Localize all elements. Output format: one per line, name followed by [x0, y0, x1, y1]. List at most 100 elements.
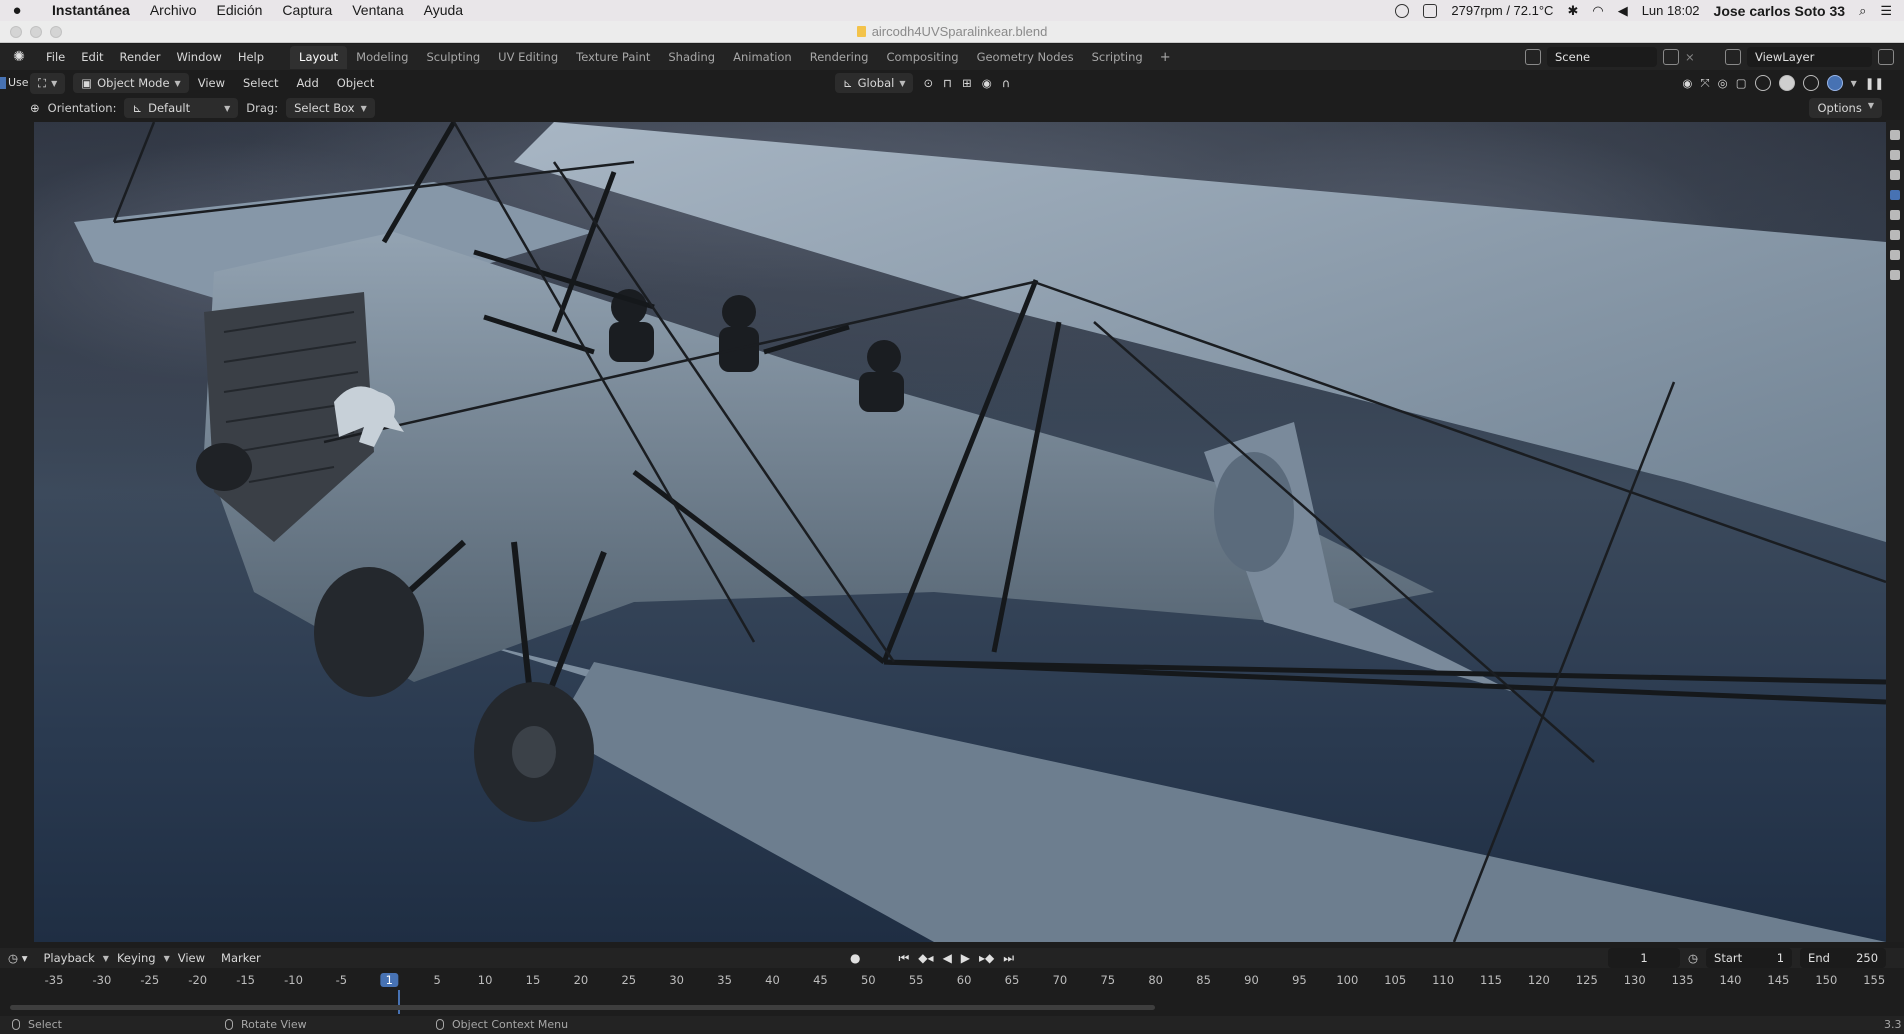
menu-render[interactable]: Render — [112, 50, 169, 64]
pause-render-icon[interactable]: ❚❚ — [1865, 76, 1884, 90]
menu-select[interactable]: Select — [234, 76, 287, 90]
modifier-properties-icon[interactable] — [1890, 270, 1900, 280]
tab-uv-editing[interactable]: UV Editing — [489, 46, 567, 69]
menu-add[interactable]: Add — [287, 76, 327, 90]
timeline-ruler[interactable]: -35 -30 -25 -20 -15 -10 -5 1 5 10 15 20 25 30 35 40 45 50… — [0, 970, 1904, 992]
rendered-shading-button[interactable] — [1826, 75, 1843, 91]
zoom-window-button[interactable] — [50, 26, 62, 38]
tab-modeling[interactable]: Modeling — [347, 46, 417, 69]
menu-playback[interactable]: Playback — [35, 951, 102, 965]
minimize-window-button[interactable] — [30, 26, 42, 38]
options-dropdown[interactable]: Options ▼ — [1809, 98, 1882, 118]
transform-orientation-dropdown[interactable]: ⊾ Global ▼ — [835, 73, 914, 93]
menu-window[interactable]: Window — [168, 50, 229, 64]
tab-scripting[interactable]: Scripting — [1083, 46, 1152, 69]
transform-tool-icon[interactable]: ⊕ — [30, 101, 40, 115]
tab-shading[interactable]: Shading — [659, 46, 724, 69]
blender-logo-icon[interactable]: ✺ — [8, 46, 30, 68]
orientation-dropdown[interactable]: ⊾ Default ▼ — [124, 98, 239, 118]
preview-range-icon[interactable]: ◷ — [1688, 951, 1698, 965]
new-scene-icon[interactable] — [1663, 49, 1679, 65]
overlays-icon[interactable]: ◎ — [1718, 76, 1728, 90]
xray-icon[interactable]: ▢ — [1736, 76, 1747, 90]
scene-properties-icon[interactable] — [1890, 190, 1900, 200]
menu-edit[interactable]: Edit — [73, 50, 111, 64]
drag-dropdown[interactable]: Select Box ▼ — [286, 98, 375, 118]
pivot-point-icon[interactable]: ⊙ — [923, 76, 933, 90]
output-properties-icon[interactable] — [1890, 150, 1900, 160]
remove-scene-icon[interactable]: × — [1685, 50, 1695, 64]
render-properties-icon[interactable] — [1890, 130, 1900, 140]
clock[interactable]: Lun 18:02 — [1642, 3, 1700, 18]
menu-help[interactable]: Help — [230, 50, 272, 64]
viewlayer-name-field[interactable]: ViewLayer — [1747, 47, 1872, 67]
play-reverse-icon[interactable]: ◀ — [943, 951, 952, 965]
gizmo-icon[interactable]: ⤧ — [1700, 76, 1709, 91]
close-window-button[interactable] — [10, 26, 22, 38]
use-toggle[interactable]: Use — [0, 76, 30, 92]
menu-view[interactable]: View — [189, 76, 234, 90]
menu-file[interactable]: File — [38, 50, 73, 64]
chevron-down-icon[interactable]: ▼ — [1851, 79, 1857, 88]
proportional-edit-icon[interactable]: ◉ — [982, 76, 992, 90]
next-keyframe-icon[interactable]: ▸◆ — [979, 951, 994, 965]
tab-layout[interactable]: Layout — [290, 45, 348, 69]
menu-timeline-view[interactable]: View — [170, 951, 213, 965]
add-workspace-button[interactable]: + — [1152, 46, 1179, 69]
apple-icon[interactable]: ● — [0, 2, 34, 19]
editor-type-dropdown[interactable]: ⛶ ▼ — [30, 72, 66, 94]
material-preview-button[interactable] — [1802, 75, 1819, 91]
menu-app-name[interactable]: Instantánea — [34, 0, 140, 21]
object-properties-icon[interactable] — [1890, 250, 1900, 260]
bluetooth-icon[interactable]: ✱ — [1567, 3, 1578, 19]
timeline-editor-icon[interactable]: ◷ ▾ — [0, 951, 35, 965]
user-name[interactable]: Jose carlos Soto 33 — [1714, 3, 1846, 19]
menu-captura[interactable]: Captura — [272, 0, 342, 21]
menu-edicion[interactable]: Edición — [207, 0, 273, 21]
menu-archivo[interactable]: Archivo — [140, 0, 207, 21]
record-icon[interactable]: ● — [850, 951, 860, 965]
notification-center-icon[interactable]: ☰ — [1880, 3, 1892, 19]
end-frame-field[interactable]: End 250 — [1800, 948, 1887, 968]
viewlayer-icon[interactable] — [1725, 49, 1741, 65]
volume-icon[interactable]: ◀ — [1618, 3, 1628, 19]
start-frame-field[interactable]: Start 1 — [1706, 948, 1793, 968]
spotlight-search-icon[interactable]: ⌕ — [1859, 3, 1866, 19]
wifi-icon[interactable]: ◠ — [1592, 3, 1603, 19]
scene-icon[interactable] — [1525, 49, 1541, 65]
fan-status[interactable]: 2797rpm / 72.1°C — [1451, 3, 1553, 18]
scene-name-field[interactable]: Scene — [1547, 47, 1657, 67]
prev-keyframe-icon[interactable]: ◆◂ — [918, 951, 933, 965]
object-mode-dropdown[interactable]: ▣ Object Mode ▼ — [73, 73, 189, 93]
world-properties-icon[interactable] — [1890, 210, 1900, 220]
snap-icon[interactable]: ⊓ — [943, 76, 952, 90]
tab-compositing[interactable]: Compositing — [877, 46, 967, 69]
tab-rendering[interactable]: Rendering — [801, 46, 878, 69]
current-frame-field[interactable]: 1 — [1608, 948, 1680, 968]
menu-ventana[interactable]: Ventana — [342, 0, 413, 21]
creative-cloud-icon[interactable] — [1395, 3, 1410, 18]
3d-viewport[interactable] — [34, 122, 1886, 942]
wireframe-shading-button[interactable] — [1754, 75, 1771, 91]
menu-object[interactable]: Object — [328, 76, 383, 90]
collection-properties-icon[interactable] — [1890, 230, 1900, 240]
playhead[interactable] — [398, 990, 400, 1014]
snap-target-icon[interactable]: ⊞ — [962, 76, 972, 90]
falloff-icon[interactable]: ∩ — [1002, 76, 1010, 90]
tab-geometry-nodes[interactable]: Geometry Nodes — [968, 46, 1083, 69]
tab-animation[interactable]: Animation — [724, 46, 801, 69]
jump-end-icon[interactable]: ⏭ — [1003, 951, 1014, 966]
visibility-icon[interactable]: ◉ — [1682, 76, 1692, 90]
new-viewlayer-icon[interactable] — [1878, 49, 1894, 65]
tab-sculpting[interactable]: Sculpting — [417, 46, 489, 69]
fan-icon[interactable] — [1423, 3, 1438, 18]
menu-marker[interactable]: Marker — [213, 951, 269, 965]
menu-keying[interactable]: Keying — [109, 951, 164, 965]
tab-texture-paint[interactable]: Texture Paint — [567, 46, 659, 69]
solid-shading-button[interactable] — [1778, 75, 1795, 91]
menu-ayuda[interactable]: Ayuda — [414, 0, 473, 21]
jump-start-icon[interactable]: ⏮ — [898, 951, 909, 966]
timeline-scrollbar[interactable] — [10, 1005, 1155, 1010]
play-icon[interactable]: ▶ — [961, 951, 970, 965]
view-layer-properties-icon[interactable] — [1890, 170, 1900, 180]
